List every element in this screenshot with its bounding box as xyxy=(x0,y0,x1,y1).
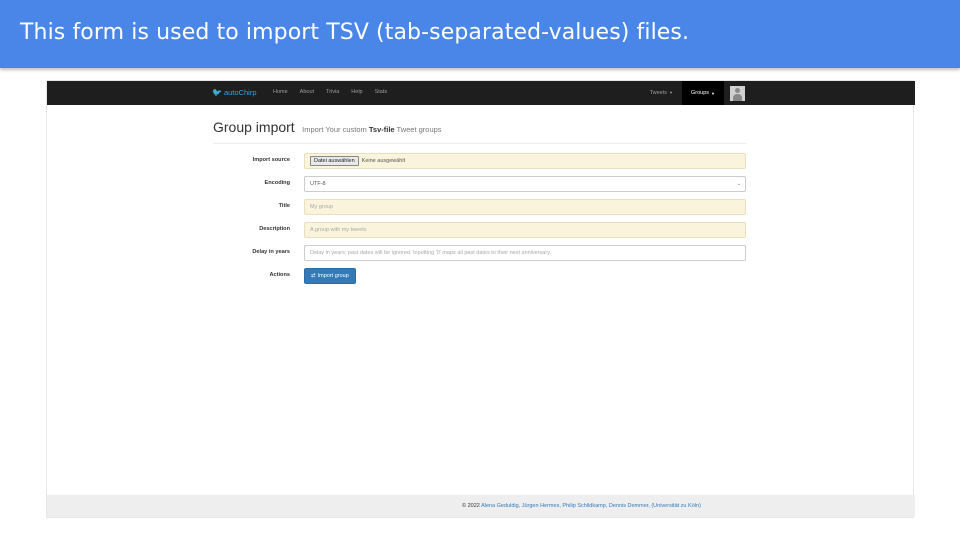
subtitle-pre: Import Your custom xyxy=(302,125,367,134)
delay-row: Delay in years Delay in years; past date… xyxy=(213,245,746,261)
actions-label: Actions xyxy=(269,272,290,278)
description-input[interactable]: A group with my tweets xyxy=(304,222,746,238)
chevron-down-icon: ⌄ xyxy=(736,181,741,187)
file-input[interactable]: Datei auswählen Keine ausgewählt xyxy=(304,153,746,169)
caret-down-icon: ▼ xyxy=(711,90,715,96)
import-group-button[interactable]: ⇄ Import group xyxy=(304,268,356,284)
brand-link[interactable]: 🐦 autoChirp xyxy=(212,88,257,97)
delay-label: Delay in years xyxy=(252,249,290,255)
encoding-label: Encoding xyxy=(264,180,290,186)
footer-institution-link[interactable]: (Universität zu Köln) xyxy=(651,503,701,509)
navbar: 🐦 autoChirp Home About Trivia Help Stats … xyxy=(47,81,915,105)
encoding-value: UTF-8 xyxy=(310,181,326,187)
delay-placeholder: Delay in years; past dates will be ignor… xyxy=(310,250,552,256)
footer-text: © 2022 Alena Geduldig, Jürgen Hermes, Ph… xyxy=(462,503,701,509)
description-placeholder: A group with my tweets xyxy=(310,227,367,233)
nav-groups-dropdown[interactable]: Groups ▼ xyxy=(681,81,724,105)
slide-title: This form is used to import TSV (tab-sep… xyxy=(20,20,690,45)
nav-about[interactable]: About xyxy=(300,89,314,95)
nav-right: Tweets ▼ Groups ▼ xyxy=(641,81,745,105)
import-source-row: Import source Datei auswählen Keine ausg… xyxy=(213,153,746,169)
caret-down-icon: ▼ xyxy=(669,90,673,95)
page-header: Group import Import Your custom Tsv-file… xyxy=(213,119,746,144)
description-row: Description A group with my tweets xyxy=(213,222,746,238)
nav-trivia[interactable]: Trivia xyxy=(326,89,339,95)
footer: © 2022 Alena Geduldig, Jürgen Hermes, Ph… xyxy=(47,495,915,517)
user-avatar[interactable] xyxy=(730,85,745,101)
nav-tweets-dropdown[interactable]: Tweets ▼ xyxy=(641,90,682,96)
nav-groups-label: Groups xyxy=(690,90,710,96)
nav-tweets-label: Tweets xyxy=(649,90,668,96)
actions-row: Actions ⇄ Import group xyxy=(213,268,746,284)
nav-help[interactable]: Help xyxy=(351,89,362,95)
footer-copyright: © 2022 xyxy=(462,503,480,509)
page-subtitle: Import Your custom Tsv-file Tweet groups xyxy=(302,125,441,134)
nav-stats[interactable]: Stats xyxy=(375,89,388,95)
encoding-select[interactable]: UTF-8 ⌄ xyxy=(304,176,746,192)
file-status: Keine ausgewählt xyxy=(361,158,406,164)
avatar-body xyxy=(733,93,742,101)
title-label: Title xyxy=(278,203,290,209)
encoding-row: Encoding UTF-8 ⌄ xyxy=(213,176,746,192)
slide-banner: This form is used to import TSV (tab-sep… xyxy=(0,0,960,68)
brand-label: autoChirp xyxy=(223,88,257,97)
subtitle-bold: Tsv-file xyxy=(368,125,395,134)
title-placeholder: My group xyxy=(310,204,333,210)
nav-menu: Home About Trivia Help Stats xyxy=(273,89,387,95)
choose-file-button[interactable]: Datei auswählen xyxy=(310,156,359,166)
import-group-label: Import group xyxy=(317,273,349,279)
description-label: Description xyxy=(259,226,290,232)
avatar-head xyxy=(735,87,740,93)
import-source-label: Import source xyxy=(252,157,290,163)
app-screenshot: 🐦 autoChirp Home About Trivia Help Stats … xyxy=(46,80,915,518)
page-title: Group import xyxy=(213,119,295,135)
footer-authors-link[interactable]: Alena Geduldig, Jürgen Hermes, Philip Sc… xyxy=(481,503,650,509)
title-input[interactable]: My group xyxy=(304,199,746,215)
delay-input[interactable]: Delay in years; past dates will be ignor… xyxy=(304,245,746,261)
transfer-icon: ⇄ xyxy=(311,273,316,279)
title-row: Title My group xyxy=(213,199,746,215)
subtitle-post: Tweet groups xyxy=(396,125,442,134)
twitter-bird-icon: 🐦 xyxy=(212,88,222,97)
nav-home[interactable]: Home xyxy=(273,89,288,95)
